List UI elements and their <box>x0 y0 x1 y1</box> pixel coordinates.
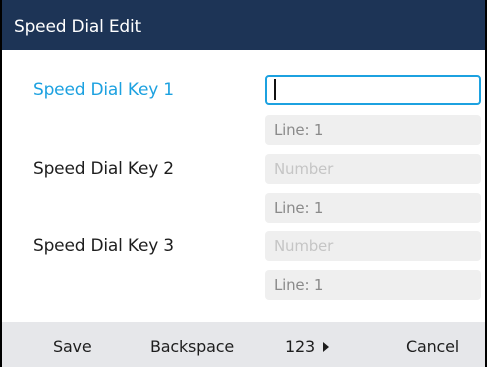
cancel-button[interactable]: Cancel <box>406 337 459 357</box>
input-mode-label: 123 <box>285 337 315 356</box>
input-mode-button[interactable]: 123 <box>285 337 329 357</box>
speed-dial-key-2-label: Speed Dial Key 2 <box>33 159 174 179</box>
text-cursor <box>274 79 276 100</box>
speed-dial-key-3-number-input[interactable]: Number <box>265 231 481 261</box>
speed-dial-key-1-line-select[interactable]: Line: 1 <box>265 115 481 145</box>
speed-dial-key-3-label: Speed Dial Key 3 <box>33 236 174 256</box>
speed-dial-key-1-number-input[interactable] <box>265 75 481 105</box>
title-bar: Speed Dial Edit <box>0 0 487 50</box>
softkey-bar: Save Backspace 123 Cancel <box>0 322 487 367</box>
triangle-right-icon <box>322 341 329 352</box>
speed-dial-edit-screen: Speed Dial Edit Speed Dial Key 1 Line: 1… <box>0 0 487 367</box>
speed-dial-key-2-line-select[interactable]: Line: 1 <box>265 193 481 223</box>
backspace-button[interactable]: Backspace <box>150 337 234 357</box>
page-title: Speed Dial Edit <box>14 17 141 37</box>
screen-frame-left <box>0 0 2 367</box>
speed-dial-key-3-line-select[interactable]: Line: 1 <box>265 270 481 300</box>
speed-dial-key-2-number-input[interactable]: Number <box>265 154 481 184</box>
save-button[interactable]: Save <box>53 337 92 357</box>
speed-dial-key-1-label: Speed Dial Key 1 <box>33 80 174 100</box>
